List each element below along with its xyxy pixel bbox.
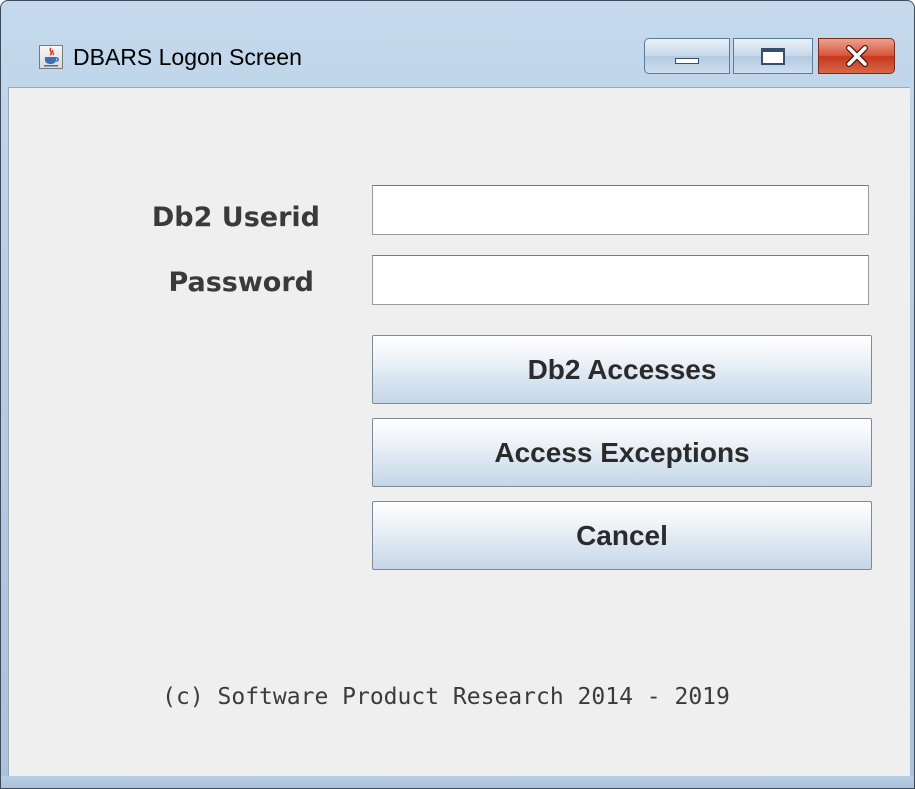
userid-input[interactable] <box>372 185 869 235</box>
password-input[interactable] <box>372 255 869 305</box>
close-button[interactable] <box>818 38 895 74</box>
close-icon <box>819 39 894 73</box>
minimize-button[interactable] <box>644 38 730 74</box>
title-bar[interactable]: DBARS Logon Screen <box>1 1 914 85</box>
maximize-button[interactable] <box>733 38 813 74</box>
access-exceptions-button[interactable]: Access Exceptions <box>372 418 872 487</box>
userid-label: Db2 Userid <box>151 202 320 233</box>
copyright-text: (c) Software Product Research 2014 - 201… <box>162 684 730 710</box>
window-bottom-border <box>1 776 914 788</box>
maximize-icon <box>761 48 785 65</box>
minimize-icon <box>675 58 699 64</box>
window-title: DBARS Logon Screen <box>73 44 302 70</box>
cancel-button[interactable]: Cancel <box>372 501 872 570</box>
java-cup-icon[interactable] <box>39 45 63 69</box>
logon-window: DBARS Logon Screen Db2 Userid Password D… <box>0 0 915 789</box>
client-area: Db2 Userid Password Db2 Accesses Access … <box>8 87 910 776</box>
db2-accesses-button[interactable]: Db2 Accesses <box>372 335 872 404</box>
password-label: Password <box>168 267 314 298</box>
